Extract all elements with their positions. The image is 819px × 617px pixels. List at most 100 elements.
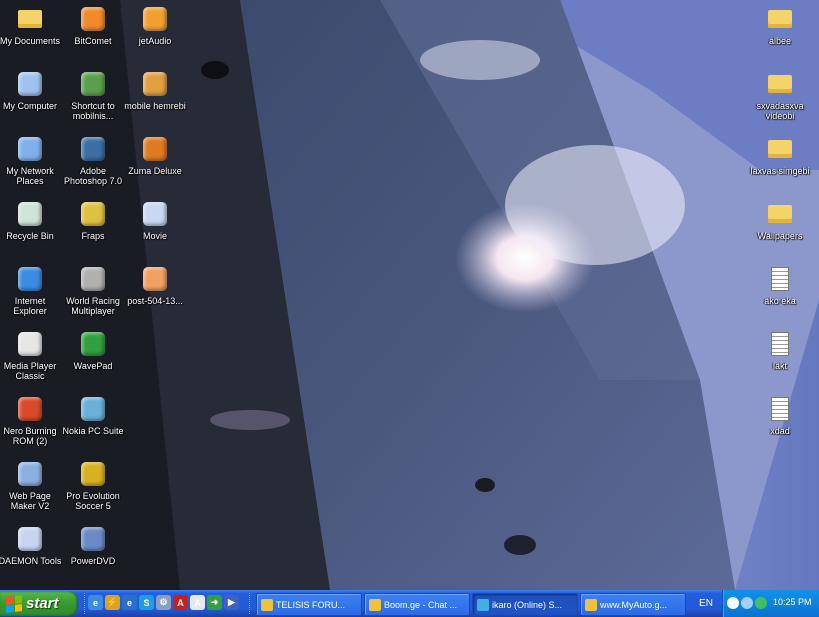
desktop-icon-web-page-maker-v2[interactable]: Web Page Maker V2	[0, 457, 63, 519]
desktop-icon-daemon-tools[interactable]: DAEMON Tools	[0, 522, 63, 584]
folder-icon	[765, 4, 795, 34]
clock[interactable]: 10:25 PM	[773, 597, 812, 607]
browser-icon	[585, 598, 597, 611]
desktop-icon-movie[interactable]: Movie	[122, 197, 188, 259]
text-file-icon	[765, 329, 795, 359]
windows-logo-icon	[6, 594, 22, 613]
chevron-left-icon[interactable]	[727, 597, 739, 609]
ie-icon[interactable]: e	[88, 595, 103, 610]
language-indicator[interactable]: EN	[692, 593, 720, 614]
desktop-icon-powerdvd[interactable]: PowerDVD	[60, 522, 126, 584]
acrobat-icon[interactable]: A	[173, 595, 188, 610]
desktop-icon-recycle-bin[interactable]: Recycle Bin	[0, 197, 63, 259]
icon-label: My Network Places	[6, 166, 54, 186]
play-icon[interactable]: ▶	[224, 595, 239, 610]
desktop-icon-nero-burning-rom-2[interactable]: Nero Burning ROM (2)	[0, 392, 63, 454]
taskbar-button-label: TELISIS FORU...	[276, 599, 346, 610]
image-file-icon	[140, 264, 170, 294]
photoshop-icon	[78, 134, 108, 164]
icon-label: post-504-13...	[127, 296, 183, 306]
icon-label: Nero Burning ROM (2)	[3, 426, 57, 446]
taskbar-button[interactable]: TELISIS FORU...	[256, 593, 362, 616]
taskbar-button[interactable]: Boom.ge - Chat ...	[364, 593, 470, 616]
desktop-icon-ako-eka[interactable]: ako eka	[747, 262, 813, 324]
desktop-icon-my-computer[interactable]: My Computer	[0, 67, 63, 129]
movie-file-icon	[140, 199, 170, 229]
desktop-icon-fraps[interactable]: Fraps	[60, 197, 126, 259]
desktop-icon-pro-evolution-soccer-5[interactable]: Pro Evolution Soccer 5	[60, 457, 126, 519]
desktop-icon-laxvas-simgebi[interactable]: laxvas simgebi	[747, 132, 813, 194]
icon-label: My Documents	[0, 36, 61, 46]
desktop-icon-wavepad[interactable]: WavePad	[60, 327, 126, 389]
desktop-icon-sxvadasxva-videobi[interactable]: sxvadasxva videobi	[747, 67, 813, 129]
desktop-icon-adobe-photoshop-7-0[interactable]: Adobe Photoshop 7.0	[60, 132, 126, 194]
zuma-icon	[140, 134, 170, 164]
lightning-icon[interactable]: ⚡	[105, 595, 120, 610]
internet-explorer-icon	[15, 264, 45, 294]
desktop-icon-my-documents[interactable]: My Documents	[0, 2, 63, 64]
folder-documents-icon	[15, 4, 45, 34]
desktop-icon-nokia-pc-suite[interactable]: Nokia PC Suite	[60, 392, 126, 454]
icon-label: Adobe Photoshop 7.0	[63, 166, 123, 186]
icon-label: BitComet	[74, 36, 112, 46]
icon-label: Nokia PC Suite	[62, 426, 124, 436]
desktop-icon-world-racing-multiplayer[interactable]: World Racing Multiplayer	[60, 262, 126, 324]
quick-launch-bar: e ⚡ e S ⚙ A A ➜ ▶	[88, 595, 239, 613]
icon-label: Movie	[142, 231, 167, 241]
icon-label: ako eka	[764, 296, 796, 306]
system-tray: 10:25 PM	[722, 590, 819, 617]
icon-label: Pro Evolution Soccer 5	[66, 491, 120, 511]
mobile-icon	[140, 69, 170, 99]
taskbar-button[interactable]: www.MyAuto.g...	[580, 593, 686, 616]
web-page-maker-icon	[15, 459, 45, 489]
pes-icon	[78, 459, 108, 489]
taskbar-separator	[249, 593, 253, 614]
ie-icon[interactable]: e	[122, 595, 137, 610]
folder-icon	[765, 69, 795, 99]
desktop: My Documents My Computer My Network Places…	[0, 0, 819, 590]
desktop-icon-my-network-places[interactable]: My Network Places	[0, 132, 63, 194]
gear-icon[interactable]: ⚙	[156, 595, 171, 610]
desktop-icon-media-player-classic[interactable]: Media Player Classic	[0, 327, 63, 389]
desktop-icon-bitcomet[interactable]: BitComet	[60, 2, 126, 64]
folder-icon	[765, 199, 795, 229]
desktop-icon-internet-explorer[interactable]: Internet Explorer	[0, 262, 63, 324]
messenger-tray-icon[interactable]	[755, 597, 767, 609]
font-icon[interactable]: A	[190, 595, 205, 610]
desktop-icon-lakt[interactable]: lakt	[747, 327, 813, 389]
bitcomet-icon	[78, 4, 108, 34]
start-label: start	[26, 595, 59, 612]
recycle-bin-icon	[15, 199, 45, 229]
desktop-icon-xdad[interactable]: xdad	[747, 392, 813, 454]
world-racing-icon	[78, 264, 108, 294]
messenger-icon	[477, 598, 489, 611]
desktop-icon-albee[interactable]: albee	[747, 2, 813, 64]
skype-icon[interactable]: S	[139, 595, 154, 610]
daemon-tools-icon	[15, 524, 45, 554]
desktop-icon-post-504-13[interactable]: post-504-13...	[122, 262, 188, 324]
desktop-icon-mobile-hemrebi[interactable]: mobile hemrebi	[122, 67, 188, 129]
network-icon	[15, 134, 45, 164]
icon-label: Wallpapers	[757, 231, 803, 241]
text-file-icon	[765, 394, 795, 424]
desktop-icon-wallpapers[interactable]: Wallpapers	[747, 197, 813, 259]
desktop-icon-zuma-deluxe[interactable]: Zuma Deluxe	[122, 132, 188, 194]
nero-icon	[15, 394, 45, 424]
arrow-icon[interactable]: ➜	[207, 595, 222, 610]
icon-label: DAEMON Tools	[0, 556, 62, 566]
icon-label: mobile hemrebi	[124, 101, 186, 111]
taskbar-button[interactable]: ikaro (Online) S...	[472, 593, 578, 616]
network-tray-icon[interactable]	[741, 597, 753, 609]
icon-label: World Racing Multiplayer	[66, 296, 120, 316]
icon-label: albee	[768, 36, 792, 46]
desktop-icon-jetaudio[interactable]: jetAudio	[122, 2, 188, 64]
icon-label: Media Player Classic	[3, 361, 57, 381]
icon-label: Internet Explorer	[13, 296, 47, 316]
start-button[interactable]: start	[0, 591, 78, 616]
computer-icon	[15, 69, 45, 99]
fraps-icon	[78, 199, 108, 229]
icon-label: Zuma Deluxe	[128, 166, 182, 176]
folder-icon	[765, 134, 795, 164]
icon-label: My Computer	[2, 101, 57, 111]
desktop-icon-shortcut-to-mobilnis[interactable]: Shortcut to mobilnis...	[60, 67, 126, 129]
